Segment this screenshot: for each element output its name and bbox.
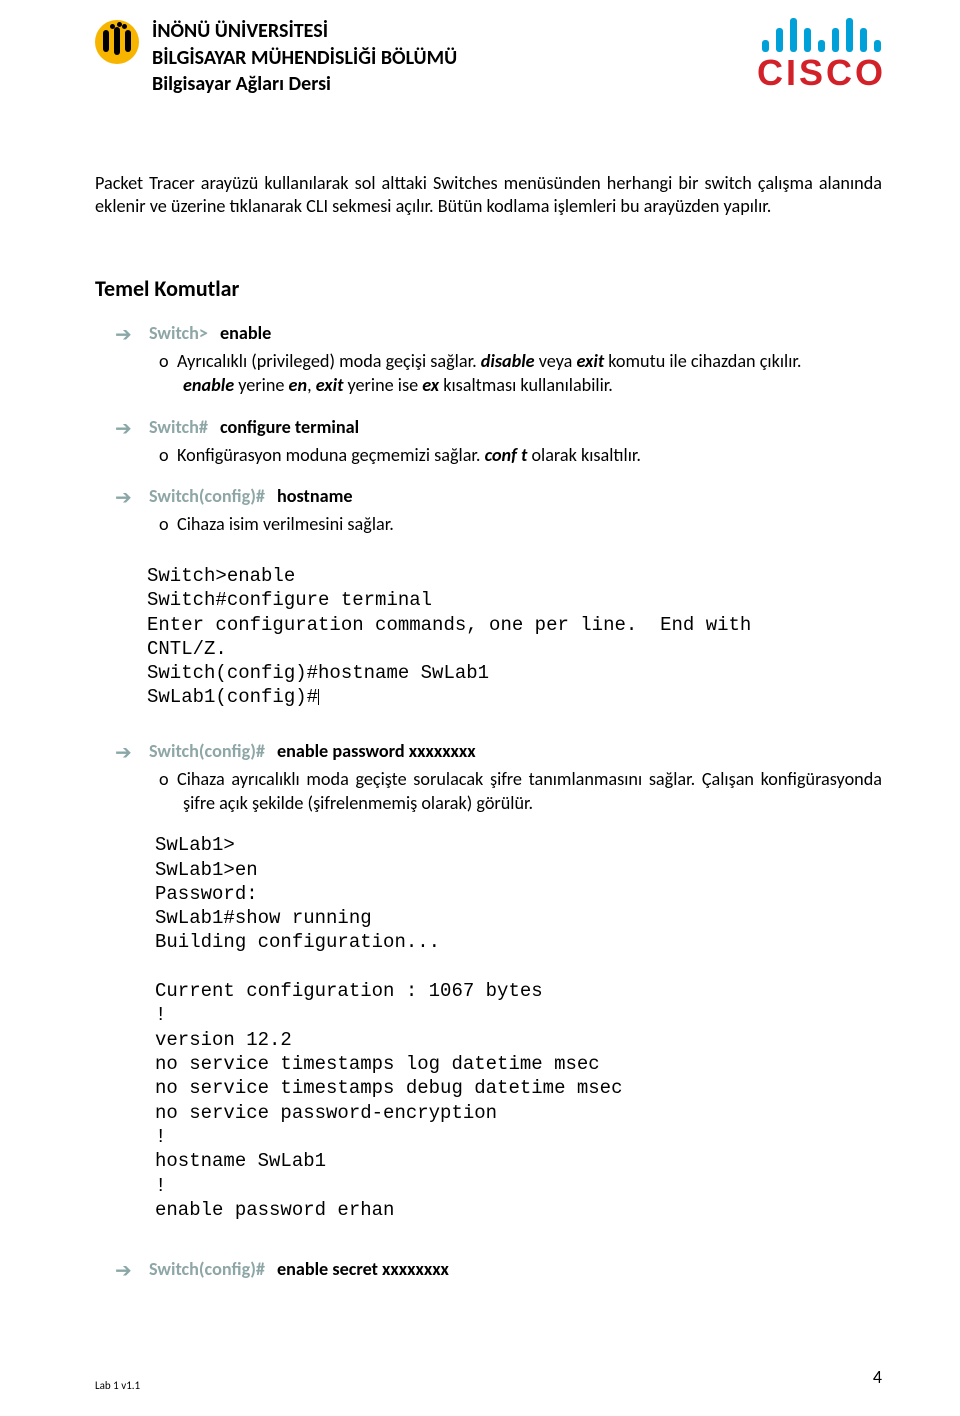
header-line-1: İNÖNÜ ÜNİVERSİTESİ (152, 18, 457, 45)
cisco-bars-icon (757, 16, 886, 52)
command-block-hostname: ➔ Switch(config)# hostname oCihaza isim … (95, 485, 882, 536)
cmd-text: configure terminal (220, 416, 359, 441)
command-block-enable-password: ➔ Switch(config)# enable password xxxxxx… (95, 740, 882, 815)
header-left: İNÖNÜ ÜNİVERSİTESİ BİLGİSAYAR MÜHENDİSLİ… (95, 18, 457, 98)
cmd-description: oCihaza isim verilmesini sağlar. (147, 512, 882, 536)
cmd-prompt: Switch(config)# (149, 740, 265, 765)
arrow-icon: ➔ (115, 740, 137, 765)
cmd-prompt: Switch# (149, 416, 208, 441)
cmd-prompt: Switch(config)# (149, 1258, 265, 1283)
cisco-text: CISCO (757, 56, 886, 90)
text-cursor-icon (318, 689, 319, 705)
page-header: İNÖNÜ ÜNİVERSİTESİ BİLGİSAYAR MÜHENDİSLİ… (95, 18, 882, 98)
footer-left: Lab 1 v1.1 (95, 1379, 140, 1392)
cmd-prompt: Switch> (149, 322, 208, 347)
footer-page-number: 4 (873, 1366, 882, 1388)
header-line-2: BİLGİSAYAR MÜHENDİSLİĞİ BÖLÜMÜ (152, 45, 457, 72)
cmd-prompt: Switch(config)# (149, 485, 265, 510)
cmd-text: hostname (277, 485, 353, 510)
arrow-icon: ➔ (115, 322, 137, 347)
cmd-description: oCihaza ayrıcalıklı moda geçişte sorulac… (147, 767, 882, 815)
cmd-text: enable password xxxxxxxx (277, 740, 476, 765)
intro-paragraph: Packet Tracer arayüzü kullanılarak sol a… (95, 172, 882, 219)
arrow-icon: ➔ (115, 1258, 137, 1283)
university-logo-icon (95, 20, 139, 64)
arrow-icon: ➔ (115, 416, 137, 441)
cmd-description: oAyrıcalıklı (privileged) moda geçişi sa… (147, 349, 882, 397)
header-titles: İNÖNÜ ÜNİVERSİTESİ BİLGİSAYAR MÜHENDİSLİ… (152, 18, 457, 98)
cmd-text: enable (220, 322, 271, 347)
section-heading: Temel Komutlar (95, 275, 882, 302)
terminal-output-1: Switch>enable Switch#configure terminal … (147, 564, 882, 710)
terminal-output-2: SwLab1> SwLab1>en Password: SwLab1#show … (155, 833, 882, 1222)
arrow-icon: ➔ (115, 485, 137, 510)
cmd-text: enable secret xxxxxxxx (277, 1258, 449, 1283)
command-block-enable-secret: ➔ Switch(config)# enable secret xxxxxxxx (95, 1258, 882, 1283)
command-block-enable: ➔ Switch> enable oAyrıcalıklı (privilege… (95, 322, 882, 397)
header-line-3: Bilgisayar Ağları Dersi (152, 71, 457, 98)
cisco-logo: CISCO (757, 16, 886, 90)
command-block-configure: ➔ Switch# configure terminal oKonfigüras… (95, 416, 882, 467)
cmd-description: oKonfigürasyon moduna geçmemizi sağlar. … (147, 443, 882, 467)
